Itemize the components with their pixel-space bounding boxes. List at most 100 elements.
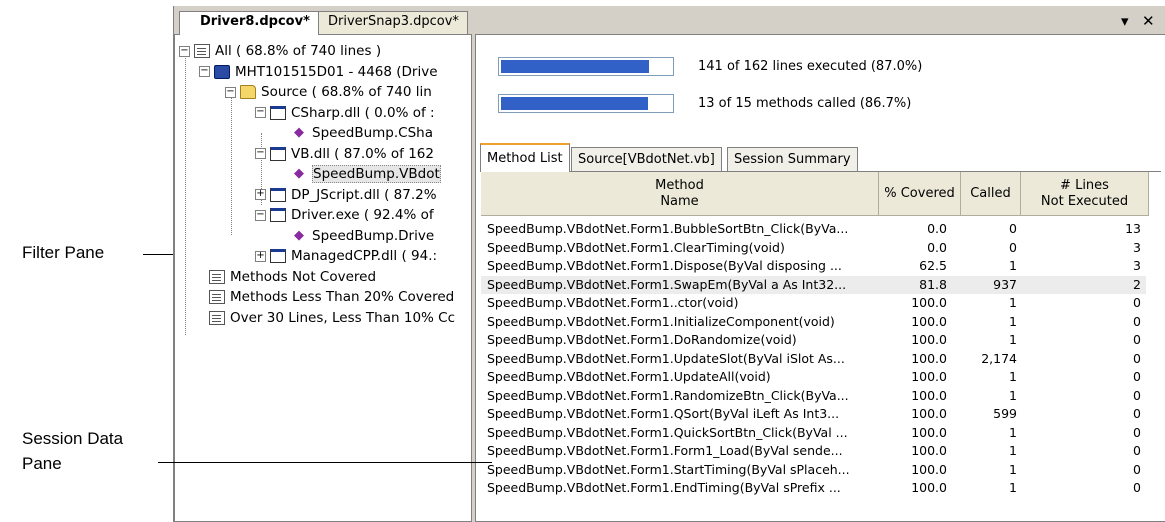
tree-node-label: Methods Not Covered xyxy=(230,268,377,285)
table-row[interactable]: SpeedBump.VBdotNet.Form1.InitializeCompo… xyxy=(481,313,1146,331)
collapse-icon[interactable]: − xyxy=(255,209,266,221)
method-name-cell: SpeedBump.VBdotNet.Form1.DoRandomize(voi… xyxy=(487,332,797,347)
tree-node-label: CSharp.dll ( 0.0% of : xyxy=(291,104,435,121)
collapse-icon[interactable]: − xyxy=(199,66,210,77)
dropdown-arrow-icon[interactable]: ▾ xyxy=(1121,12,1129,30)
column-header-lines-not-executed[interactable]: # Lines Not Executed xyxy=(1021,172,1149,216)
lines-not-executed-cell: 0 xyxy=(1133,313,1141,329)
table-row[interactable]: SpeedBump.VBdotNet.Form1.QSort(ByVal iLe… xyxy=(481,405,1146,423)
table-row[interactable]: SpeedBump.VBdotNet.Form1..ctor(void) 100.… xyxy=(481,294,1146,312)
covered-cell: 100.0 xyxy=(911,387,947,403)
method-name-cell: SpeedBump.VBdotNet.Form1.Dispose(ByVal d… xyxy=(487,258,842,273)
called-cell: 1 xyxy=(1009,295,1017,310)
called-cell: 1 xyxy=(1009,369,1017,384)
collapse-icon[interactable]: − xyxy=(179,45,190,57)
lines-not-executed-cell: 0 xyxy=(1133,480,1141,495)
computer-icon xyxy=(214,64,230,79)
tree-node-label: MHT101515D01 - 4468 (Drive xyxy=(235,63,438,80)
column-header-method-line1: Method xyxy=(655,177,704,193)
module-icon xyxy=(270,249,286,263)
methods-called-text: 13 of 15 methods called (86.7%) xyxy=(698,96,912,111)
tree-node[interactable]: − VB.dll ( 87.0% of 162 xyxy=(255,144,434,164)
collapse-icon[interactable]: − xyxy=(255,148,266,159)
method-name-cell: SpeedBump.VBdotNet.Form1.QSort(ByVal iLe… xyxy=(487,406,840,421)
list-icon xyxy=(209,310,225,325)
lines-executed-text: 141 of 162 lines executed (87.0%) xyxy=(698,59,923,74)
table-row[interactable]: SpeedBump.VBdotNet.Form1.Form1_Load(ByVa… xyxy=(481,442,1146,460)
column-header-called[interactable]: Called xyxy=(961,172,1021,216)
tab-method-list[interactable]: Method List xyxy=(480,143,570,172)
table-row[interactable]: SpeedBump.VBdotNet.Form1.UpdateAll(void)… xyxy=(481,368,1146,386)
list-icon xyxy=(209,269,225,284)
called-cell: 0 xyxy=(1009,239,1017,255)
tree-node[interactable]: Over 30 Lines, Less Than 10% Cc xyxy=(209,308,455,328)
tree-node[interactable]: ◆ SpeedBump.Drive xyxy=(291,226,434,246)
table-row[interactable]: SpeedBump.VBdotNet.Form1.QuickSortBtn_Cl… xyxy=(481,424,1146,442)
tree-node[interactable]: − MHT101515D01 - 4468 (Drive xyxy=(199,62,438,82)
tab-driver8[interactable]: Driver8.dpcov* xyxy=(179,11,319,35)
lines-not-executed-cell: 0 xyxy=(1133,424,1141,440)
tree-node[interactable]: − Driver.exe ( 92.4% of xyxy=(255,205,434,225)
table-row[interactable]: SpeedBump.VBdotNet.Form1.BubbleSortBtn_C… xyxy=(481,220,1146,238)
table-row[interactable]: SpeedBump.VBdotNet.Form1.StartTiming(ByV… xyxy=(481,461,1146,479)
method-name-cell: SpeedBump.VBdotNet.Form1.Form1_Load(ByVa… xyxy=(487,443,843,458)
list-icon xyxy=(209,290,225,304)
method-name-cell: SpeedBump.VBdotNet.Form1.SwapEm(ByVal a … xyxy=(487,276,847,292)
tree-node-label: All ( 68.8% of 740 lines ) xyxy=(215,43,382,59)
expand-icon[interactable]: + xyxy=(255,250,266,262)
called-cell: 1 xyxy=(1009,387,1017,403)
tab-source[interactable]: Source[VBdotNet.vb] xyxy=(571,147,722,171)
covered-cell: 100.0 xyxy=(911,461,947,477)
called-cell: 1 xyxy=(1009,480,1017,495)
table-row[interactable]: SpeedBump.VBdotNet.Form1.ClearTiming(voi… xyxy=(481,239,1146,257)
table-row[interactable]: SpeedBump.VBdotNet.Form1.Dispose(ByVal d… xyxy=(481,257,1146,275)
covered-cell: 100.0 xyxy=(911,295,947,310)
method-name-cell: SpeedBump.VBdotNet.Form1.UpdateAll(void) xyxy=(487,369,771,384)
called-cell: 1 xyxy=(1009,313,1017,329)
called-cell: 2,174 xyxy=(981,350,1017,366)
tree-node-label: SpeedBump.Drive xyxy=(312,227,435,244)
lines-not-executed-cell: 0 xyxy=(1133,461,1141,477)
collapse-icon[interactable]: − xyxy=(255,107,266,118)
column-header-method[interactable]: Method Name xyxy=(481,172,879,216)
table-row[interactable]: SpeedBump.VBdotNet.Form1.SwapEm(ByVal a … xyxy=(481,275,1146,294)
close-icon[interactable]: ✕ xyxy=(1142,12,1155,30)
lines-not-executed-cell: 0 xyxy=(1133,332,1141,347)
class-icon: ◆ xyxy=(294,227,304,243)
lines-not-executed-cell: 0 xyxy=(1133,295,1141,310)
covered-cell: 0.0 xyxy=(927,239,947,255)
module-icon xyxy=(270,105,286,120)
tree-node[interactable]: ◆ SpeedBump.CSha xyxy=(291,123,433,143)
called-cell: 0 xyxy=(1009,221,1017,236)
tree-node-label: SpeedBump.VBdot xyxy=(312,165,441,183)
tree-node[interactable]: Methods Less Than 20% Covered xyxy=(209,287,454,307)
methods-progress-bar xyxy=(498,94,674,113)
covered-cell: 62.5 xyxy=(919,258,947,273)
collapse-icon[interactable]: − xyxy=(225,86,236,98)
tree-node[interactable]: + DP_JScript.dll ( 87.2% xyxy=(255,185,437,205)
tree-node[interactable]: − CSharp.dll ( 0.0% of : xyxy=(255,103,435,123)
covered-cell: 100.0 xyxy=(911,406,947,421)
tree-node[interactable]: Methods Not Covered xyxy=(209,267,376,287)
called-cell: 599 xyxy=(993,406,1017,421)
covered-cell: 100.0 xyxy=(911,332,947,347)
tree-node-label: ManagedCPP.dll ( 94.: xyxy=(291,248,438,264)
tree-node[interactable]: + ManagedCPP.dll ( 94.: xyxy=(255,246,437,266)
tree-connector xyxy=(231,93,232,235)
tree-node[interactable]: − All ( 68.8% of 740 lines ) xyxy=(179,41,381,61)
tab-driversnap3[interactable]: DriverSnap3.dpcov* xyxy=(307,11,468,34)
filter-pane-callout: Filter Pane xyxy=(22,243,105,262)
expand-icon[interactable]: + xyxy=(255,189,266,200)
module-icon xyxy=(270,146,286,161)
tree-node[interactable]: ◆ SpeedBump.VBdot xyxy=(291,164,441,184)
table-row[interactable]: SpeedBump.VBdotNet.Form1.UpdateSlot(ByVa… xyxy=(481,350,1146,368)
class-icon: ◆ xyxy=(294,125,304,140)
table-row[interactable]: SpeedBump.VBdotNet.Form1.DoRandomize(voi… xyxy=(481,331,1146,349)
method-list-grid: Method Name % Covered Called # Lines Not E… xyxy=(481,171,1161,521)
tree-node[interactable]: − Source ( 68.8% of 740 lin xyxy=(225,82,432,102)
table-row[interactable]: SpeedBump.VBdotNet.Form1.EndTiming(ByVal… xyxy=(481,479,1146,497)
lines-progress-bar xyxy=(498,57,674,76)
column-header-covered[interactable]: % Covered xyxy=(879,172,961,216)
tab-session-summary[interactable]: Session Summary xyxy=(727,147,858,171)
table-row[interactable]: SpeedBump.VBdotNet.Form1.RandomizeBtn_Cl… xyxy=(481,387,1146,405)
